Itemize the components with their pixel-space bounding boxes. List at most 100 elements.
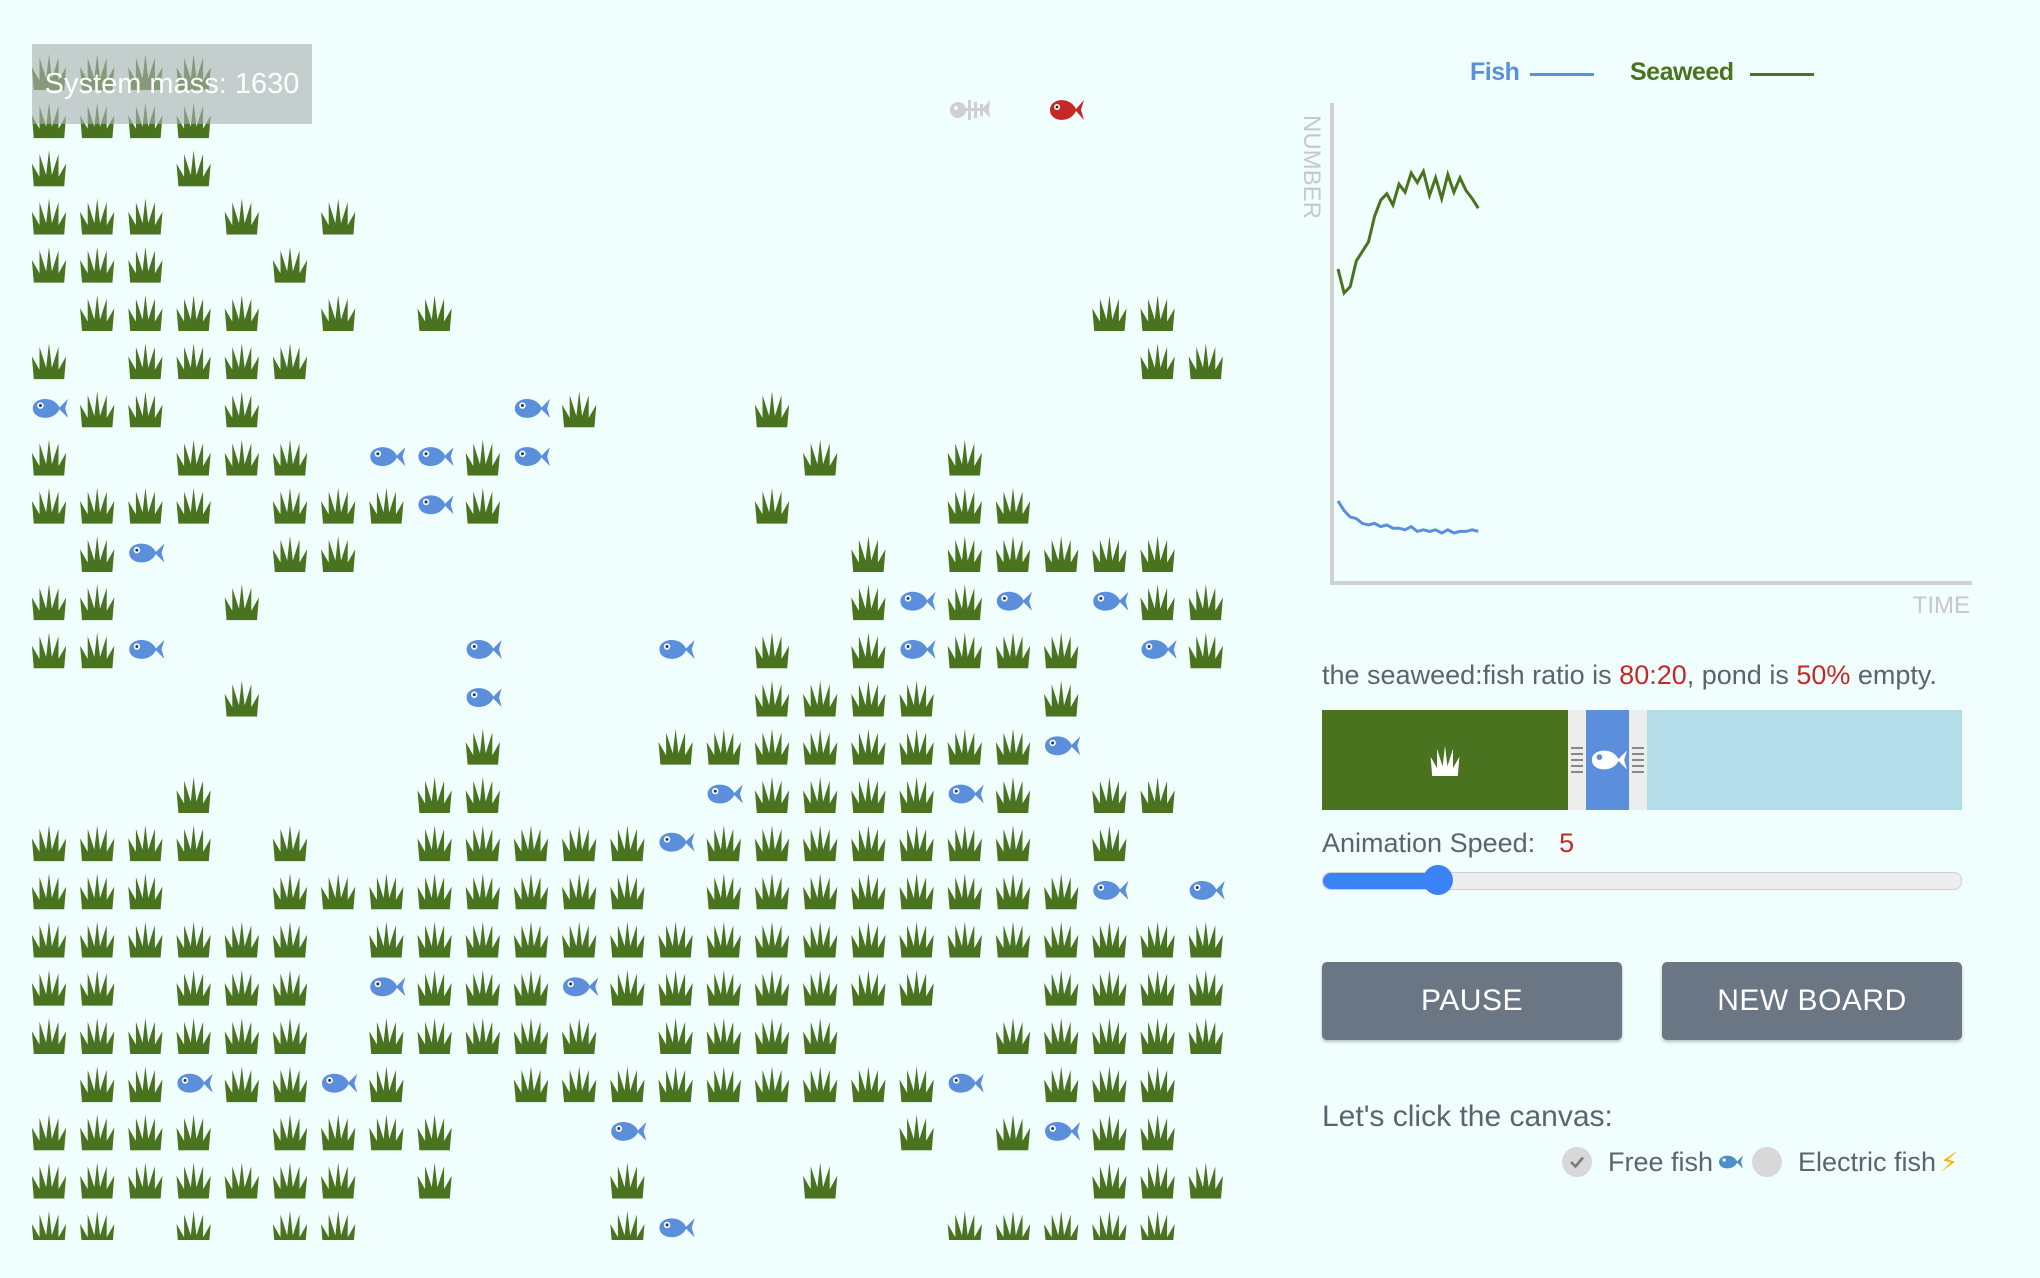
lightning-icon: ⚡ xyxy=(1940,1146,1959,1177)
pause-button[interactable]: PAUSE xyxy=(1322,962,1622,1040)
seaweed-cell xyxy=(947,584,982,621)
seaweed-cell xyxy=(610,1162,645,1199)
seaweed-cell xyxy=(224,1162,259,1199)
fish-series-line xyxy=(1336,500,1479,535)
seaweed-cell xyxy=(947,487,982,524)
seaweed-cell xyxy=(995,873,1031,910)
ratio-suffix: empty. xyxy=(1850,660,1937,690)
seaweed-cell xyxy=(803,1017,838,1054)
seaweed-cell xyxy=(851,776,886,813)
seaweed-cell xyxy=(369,1017,404,1054)
free-fish-option[interactable]: Free fish xyxy=(1562,1144,1743,1180)
seaweed-cell xyxy=(465,1017,500,1054)
seaweed-cell xyxy=(947,825,982,862)
seaweed-cell xyxy=(1188,1162,1223,1199)
seaweed-cell xyxy=(224,343,259,380)
seaweed-cell xyxy=(947,1210,982,1240)
seaweed-cell xyxy=(803,969,838,1006)
electric-fish-option[interactable]: Electric fish ⚡ xyxy=(1752,1144,1958,1180)
pond-canvas[interactable] xyxy=(30,40,1230,1240)
seaweed-cell xyxy=(1092,1066,1127,1103)
seaweed-cell xyxy=(417,776,452,813)
seaweed-cell xyxy=(321,1210,356,1240)
seaweed-cell xyxy=(272,1210,308,1240)
seaweed-cell xyxy=(80,535,115,572)
seaweed-cell xyxy=(31,632,67,669)
fish-cell xyxy=(1045,1121,1081,1141)
seaweed-cell xyxy=(31,246,67,283)
seaweed-cell xyxy=(1044,1017,1079,1054)
fish-cell xyxy=(514,398,550,418)
empty-percent: 50% xyxy=(1796,660,1851,690)
free-fish-label: Free fish xyxy=(1608,1146,1714,1177)
fish-cell xyxy=(1093,880,1129,900)
seaweed-cell xyxy=(706,1066,741,1103)
fish-cell xyxy=(370,977,406,997)
seaweed-cell xyxy=(224,921,259,958)
seaweed-cell xyxy=(417,825,452,862)
click-canvas-prompt: Let's click the canvas: xyxy=(1322,1100,1613,1133)
seaweed-cell xyxy=(1140,921,1175,958)
animation-speed-text: Animation Speed: xyxy=(1322,828,1536,858)
fish-cell xyxy=(707,784,743,804)
seaweed-cell xyxy=(658,921,693,958)
seaweed-cell xyxy=(610,1210,645,1240)
electric-fish-radio[interactable] xyxy=(1752,1147,1782,1177)
seaweed-cell xyxy=(1044,1210,1079,1240)
seaweed-cell xyxy=(128,391,163,428)
seaweed-cell xyxy=(1188,921,1223,958)
seaweed-cell xyxy=(754,776,790,813)
fish-icon xyxy=(1591,750,1627,770)
seaweed-cell xyxy=(899,873,934,910)
seaweed-cell xyxy=(754,1066,790,1103)
seaweed-fish-divider-handle[interactable] xyxy=(1568,710,1587,810)
fish-water-divider-handle[interactable] xyxy=(1629,710,1648,810)
seaweed-cell xyxy=(803,439,838,476)
seaweed-cell xyxy=(176,150,211,187)
seaweed-cell xyxy=(465,439,500,476)
seaweed-cell xyxy=(658,728,693,765)
seaweed-cell xyxy=(803,728,838,765)
electric-fish-label: Electric fish xyxy=(1798,1146,1937,1177)
animation-speed-value: 5 xyxy=(1559,828,1575,858)
seaweed-cell xyxy=(31,921,67,958)
seaweed-cell xyxy=(706,873,741,910)
seaweed-cell xyxy=(1092,825,1127,862)
seaweed-cell xyxy=(176,776,211,813)
seaweed-cell xyxy=(80,198,115,235)
seaweed-cell xyxy=(272,246,308,283)
seaweed-cell xyxy=(1140,1210,1175,1240)
seaweed-cell xyxy=(80,632,115,669)
seaweed-cell xyxy=(899,825,934,862)
seaweed-cell xyxy=(754,921,790,958)
seaweed-cell xyxy=(658,969,693,1006)
slider-thumb[interactable] xyxy=(1422,865,1453,895)
seaweed-cell xyxy=(176,1210,211,1240)
seaweed-cell xyxy=(1092,1017,1127,1054)
seaweed-cell xyxy=(851,535,886,572)
seaweed-cell xyxy=(1140,584,1175,621)
free-fish-radio[interactable] xyxy=(1562,1147,1592,1177)
seaweed-cell xyxy=(321,198,356,235)
seaweed-cell xyxy=(321,873,356,910)
seaweed-cell xyxy=(851,728,886,765)
fish-cell xyxy=(1141,639,1177,659)
seaweed-cell xyxy=(803,1066,838,1103)
new-board-button[interactable]: NEW BOARD xyxy=(1662,962,1962,1040)
seaweed-cell xyxy=(754,680,790,717)
seaweed-cell xyxy=(176,825,211,862)
seaweed-cell xyxy=(31,1162,67,1199)
ratio-prefix: the seaweed:fish ratio is xyxy=(1322,660,1620,690)
seaweed-cell xyxy=(321,1162,356,1199)
animation-speed-slider[interactable] xyxy=(1322,865,1962,895)
seaweed-cell xyxy=(224,680,259,717)
seaweed-cell xyxy=(899,1066,934,1103)
fish-cell xyxy=(948,1073,984,1093)
seaweed-cell xyxy=(369,1114,404,1151)
seaweed-cell xyxy=(31,969,67,1006)
system-mass-label: System mass: 1630 xyxy=(32,44,312,124)
seaweed-cell xyxy=(272,535,308,572)
ratio-bar[interactable] xyxy=(1322,710,1962,810)
seaweed-cell xyxy=(31,150,67,187)
seaweed-cell xyxy=(31,198,67,235)
